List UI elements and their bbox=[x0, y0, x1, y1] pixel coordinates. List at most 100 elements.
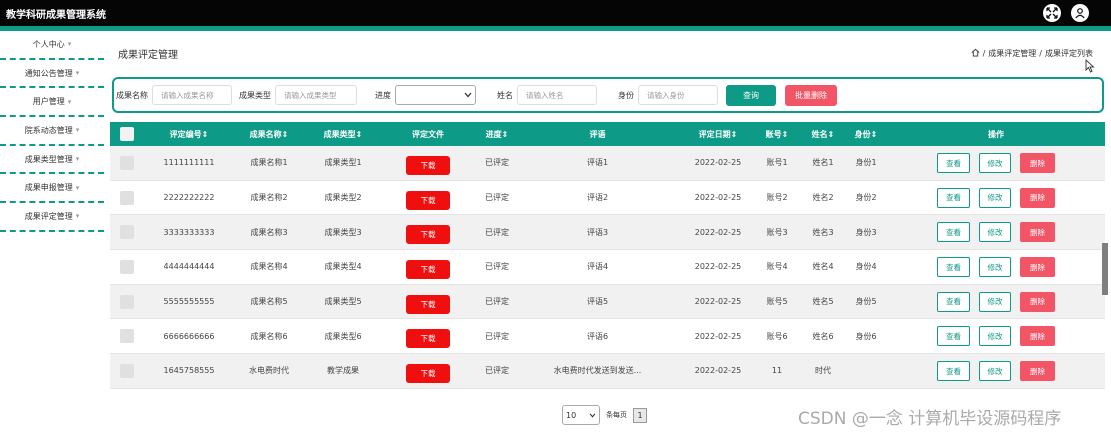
search-label: 进度 bbox=[375, 90, 391, 100]
row-checkbox[interactable] bbox=[120, 319, 134, 353]
delete-button[interactable]: 删除 bbox=[1020, 291, 1055, 312]
progress: 已评定 bbox=[485, 331, 509, 341]
view-button[interactable]: 查看 bbox=[937, 291, 970, 312]
sidebar-item-label: 成果类型管理 bbox=[24, 154, 73, 164]
evaluation-id: 3333333333 bbox=[163, 227, 215, 237]
achievement-type: 成果类型2 bbox=[324, 193, 362, 203]
delete-button[interactable]: 删除 bbox=[1020, 153, 1055, 173]
download-button[interactable]: 下载 bbox=[406, 363, 450, 383]
view-button[interactable]: 查看 bbox=[937, 187, 970, 208]
sidebar-item-achievement-type[interactable]: 成果类型管理 ▾ bbox=[0, 146, 104, 175]
checkbox-box bbox=[120, 259, 134, 274]
delete-button[interactable]: 删除 bbox=[1020, 187, 1055, 208]
sidebar-item-department-news[interactable]: 院系动态管理 ▾ bbox=[0, 117, 104, 146]
fullscreen-icon[interactable] bbox=[1043, 4, 1061, 22]
page-size-suffix: 条每页 bbox=[606, 411, 627, 419]
column-header[interactable]: 成果名称 ⇕ bbox=[234, 122, 304, 146]
home-icon[interactable] bbox=[971, 48, 980, 59]
page-header: 成果评定管理 / 成果评定管理 / 成果评定列表 bbox=[110, 44, 1105, 62]
delete-button[interactable]: 删除 bbox=[1020, 257, 1055, 278]
row-checkbox[interactable] bbox=[120, 146, 134, 180]
page-button-current[interactable]: 1 bbox=[633, 407, 647, 423]
chevron-down-icon: ▾ bbox=[75, 69, 80, 78]
progress: 已评定 bbox=[485, 366, 509, 376]
progress-select[interactable] bbox=[395, 85, 476, 105]
scrollbar-thumb[interactable] bbox=[1102, 243, 1108, 295]
view-button[interactable]: 查看 bbox=[937, 257, 970, 278]
edit-button[interactable]: 修改 bbox=[979, 153, 1011, 173]
evaluation-file: 下载 bbox=[398, 250, 458, 284]
evaluation-file: 下载 bbox=[398, 319, 458, 353]
query-button[interactable]: 查询 bbox=[726, 84, 776, 106]
column-header: 评定文件 bbox=[412, 129, 444, 139]
achievement-name: 成果名称1 bbox=[250, 158, 288, 168]
identity-input[interactable]: 请输入身份 bbox=[638, 85, 718, 105]
account: 账号5 bbox=[766, 297, 788, 307]
download-button[interactable]: 下载 bbox=[406, 259, 450, 279]
select-all-checkbox[interactable] bbox=[120, 122, 134, 146]
search-label: 成果类型 bbox=[239, 90, 271, 100]
comment: 评语5 bbox=[586, 297, 609, 307]
checkbox-box bbox=[120, 155, 134, 170]
edit-button[interactable]: 修改 bbox=[979, 257, 1011, 278]
person-name: 姓名2 bbox=[812, 193, 834, 203]
row-checkbox[interactable] bbox=[120, 285, 134, 319]
batch-delete-button[interactable]: 批量删除 bbox=[785, 84, 837, 106]
edit-button[interactable]: 修改 bbox=[979, 361, 1011, 382]
column-header[interactable]: 评定编号 ⇕ bbox=[158, 122, 220, 146]
page-size-select[interactable]: 10 bbox=[562, 405, 600, 425]
row-checkbox[interactable] bbox=[120, 354, 134, 388]
comment: 评语6 bbox=[586, 331, 609, 341]
identity: 身份1 bbox=[855, 158, 877, 168]
download-button[interactable]: 下载 bbox=[406, 329, 450, 349]
download-button[interactable]: 下载 bbox=[406, 294, 450, 314]
edit-button[interactable]: 修改 bbox=[979, 291, 1011, 312]
download-button[interactable]: 下载 bbox=[406, 190, 450, 210]
download-button[interactable]: 下载 bbox=[406, 155, 450, 175]
view-button[interactable]: 查看 bbox=[937, 222, 970, 243]
edit-button[interactable]: 修改 bbox=[979, 222, 1011, 243]
achievement-name-input[interactable]: 请输入成果名称 bbox=[152, 85, 232, 105]
delete-button[interactable]: 删除 bbox=[1020, 222, 1055, 243]
user-icon[interactable] bbox=[1071, 4, 1089, 22]
column-header[interactable]: 身份 ⇕ bbox=[850, 122, 882, 146]
sidebar-item-personal-center[interactable]: 个人中心 ▾ bbox=[0, 31, 104, 60]
sidebar-item-achievement-application[interactable]: 成果申报管理 ▾ bbox=[0, 174, 104, 204]
view-button[interactable]: 查看 bbox=[937, 361, 970, 382]
column-header[interactable]: 账号 ⇕ bbox=[762, 122, 792, 146]
delete-button[interactable]: 删除 bbox=[1020, 361, 1055, 382]
sidebar-item-notice-management[interactable]: 通知公告管理 ▾ bbox=[0, 60, 104, 89]
name-input[interactable]: 请输入姓名 bbox=[517, 85, 597, 105]
account: 账号1 bbox=[766, 158, 788, 168]
achievement-type-input[interactable]: 请输入成果类型 bbox=[275, 85, 357, 105]
progress: 已评定 bbox=[485, 297, 509, 307]
sort-icon: ⇕ bbox=[501, 129, 509, 139]
view-button[interactable]: 查看 bbox=[937, 153, 970, 173]
delete-button[interactable]: 删除 bbox=[1020, 326, 1055, 347]
mouse-cursor-icon bbox=[1085, 58, 1095, 77]
sidebar-item-user-management[interactable]: 用户管理 ▾ bbox=[0, 88, 104, 118]
column-header[interactable]: 成果类型 ⇕ bbox=[309, 122, 377, 146]
download-button[interactable]: 下载 bbox=[406, 225, 450, 245]
sort-icon: ⇕ bbox=[870, 129, 878, 139]
row-checkbox[interactable] bbox=[120, 181, 134, 215]
achievement-type: 教学成果 bbox=[327, 366, 359, 376]
row-checkbox[interactable] bbox=[120, 250, 134, 284]
sidebar-item-label: 通知公告管理 bbox=[24, 68, 73, 78]
evaluation-id: 5555555555 bbox=[163, 297, 215, 307]
edit-button[interactable]: 修改 bbox=[979, 326, 1011, 347]
comment: 评语3 bbox=[586, 227, 609, 237]
view-button[interactable]: 查看 bbox=[937, 326, 970, 347]
column-header[interactable]: 进度 ⇕ bbox=[469, 122, 525, 146]
sort-icon: ⇕ bbox=[827, 129, 835, 139]
column-header[interactable]: 姓名 ⇕ bbox=[808, 122, 838, 146]
evaluation-date: 2022-02-25 bbox=[694, 297, 742, 307]
breadcrumb-item[interactable]: 成果评定管理 bbox=[988, 48, 1036, 59]
evaluation-id: 1111111111 bbox=[163, 158, 215, 168]
row-checkbox[interactable] bbox=[120, 215, 134, 249]
sidebar-item-achievement-evaluation[interactable]: 成果评定管理 ▾ bbox=[0, 203, 104, 232]
column-header[interactable]: 评定日期 ⇕ bbox=[683, 122, 753, 146]
edit-button[interactable]: 修改 bbox=[979, 187, 1011, 208]
page-size-value: 10 bbox=[566, 410, 577, 420]
achievement-name: 成果名称6 bbox=[250, 331, 288, 341]
